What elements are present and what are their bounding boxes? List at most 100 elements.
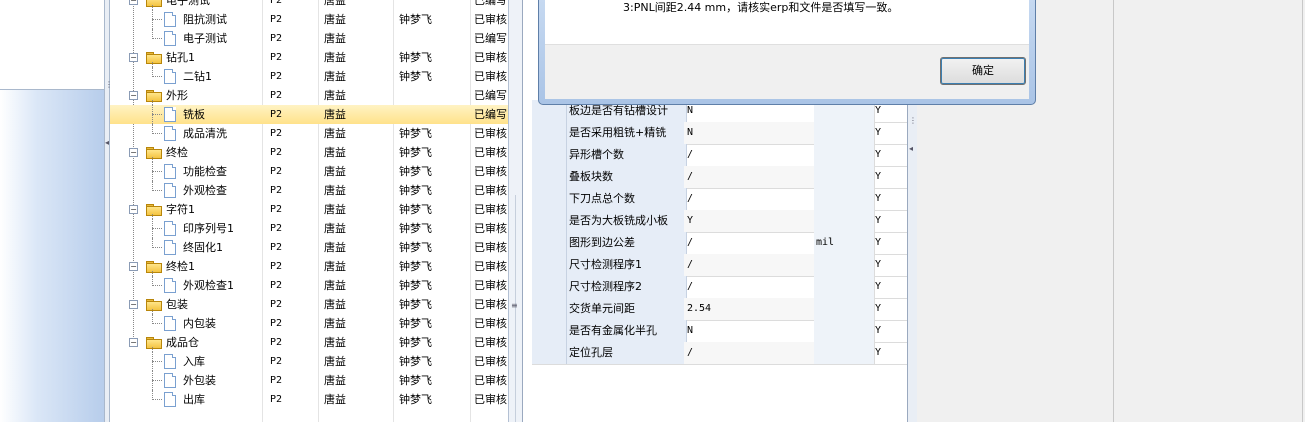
author-cell: 唐益	[324, 241, 346, 254]
parameter-row[interactable]: 是否有金属化半孔 N Y	[532, 320, 908, 343]
tree-folder-row[interactable]: − 字符1 P2 唐益 钟梦飞 已审核	[110, 200, 508, 219]
folder-icon	[146, 299, 162, 311]
tree-item-row[interactable]: 出库 P2 唐益 钟梦飞 已审核	[110, 390, 508, 409]
collapse-icon[interactable]: −	[129, 205, 138, 214]
tree-item-row[interactable]: 电子测试 P2 唐益 已编写	[110, 29, 508, 48]
parameter-row[interactable]: 交货单元间距 2.54 Y	[532, 298, 908, 321]
collapse-icon[interactable]: −	[129, 0, 138, 5]
tree-line	[152, 399, 162, 400]
tree-line	[152, 19, 162, 20]
tree-line	[152, 361, 162, 362]
collapse-icon[interactable]: −	[129, 300, 138, 309]
tree-item-row[interactable]: 印序列号1 P2 唐益 钟梦飞 已审核	[110, 219, 508, 238]
reviewer-cell: 钟梦飞	[399, 317, 432, 330]
parameter-row[interactable]: 是否采用粗铣+精铣 N Y	[532, 122, 908, 145]
tree-item-row[interactable]: 终固化1 P2 唐益 钟梦飞 已审核	[110, 238, 508, 257]
document-icon	[164, 316, 176, 331]
parameter-label: 定位孔层	[567, 342, 687, 364]
row-header[interactable]	[532, 188, 567, 210]
tree-item-row[interactable]: 外观检查 P2 唐益 钟梦飞 已审核	[110, 181, 508, 200]
parameter-value[interactable]: 2.54	[684, 298, 816, 320]
row-header[interactable]	[532, 342, 567, 364]
row-header[interactable]	[532, 122, 567, 144]
tree-item-row[interactable]: 成品清洗 P2 唐益 钟梦飞 已审核	[110, 124, 508, 143]
parameter-label: 是否采用粗铣+精铣	[567, 122, 687, 144]
row-header[interactable]	[532, 232, 567, 254]
author-cell: 唐益	[324, 260, 346, 273]
parameter-value[interactable]: Y	[684, 210, 816, 232]
parameter-unit: mil	[814, 232, 875, 254]
row-header[interactable]	[532, 144, 567, 166]
splitter-arrow-icon: ◂	[909, 144, 914, 153]
row-header[interactable]	[532, 166, 567, 188]
parameter-value[interactable]: N	[684, 320, 816, 342]
tree-folder-row[interactable]: − 外形 P2 唐益 已编写	[110, 86, 508, 105]
tree-item-row[interactable]: 入库 P2 唐益 钟梦飞 已审核	[110, 352, 508, 371]
document-icon	[164, 107, 176, 122]
tree-line	[152, 285, 162, 286]
tree-item-row[interactable]: 外包装 P2 唐益 钟梦飞 已审核	[110, 371, 508, 390]
parameter-unit	[814, 144, 875, 166]
collapse-icon[interactable]: −	[129, 338, 138, 347]
row-header[interactable]	[532, 254, 567, 276]
tree-item-row[interactable]: 二钻1 P2 唐益 钟梦飞 已审核	[110, 67, 508, 86]
reviewer-cell: 钟梦飞	[399, 298, 432, 311]
tree-item-row[interactable]: 阻抗测试 P2 唐益 钟梦飞 已审核	[110, 10, 508, 29]
parameter-label: 下刀点总个数	[567, 188, 687, 210]
parameter-row[interactable]: 尺寸检测程序1/ Y	[532, 254, 908, 277]
tree-item-row[interactable]: 功能检查 P2 唐益 钟梦飞 已审核	[110, 162, 508, 181]
status-cell: 已审核	[474, 279, 507, 292]
tree-folder-row[interactable]: − 终检1 P2 唐益 钟梦飞 已审核	[110, 257, 508, 276]
splitter-grip-icon: ⋮	[909, 116, 917, 125]
row-header[interactable]	[532, 210, 567, 232]
tree-folder-row[interactable]: − 终检 P2 唐益 钟梦飞 已审核	[110, 143, 508, 162]
tree-line	[152, 247, 162, 248]
author-cell: 唐益	[324, 203, 346, 216]
parameter-value[interactable]: N	[684, 122, 816, 144]
parameter-value[interactable]: /	[684, 342, 816, 364]
version-cell: P2	[270, 147, 283, 158]
parameter-value[interactable]: /	[684, 232, 816, 254]
parameter-check: Y	[875, 127, 882, 138]
parameter-label: 尺寸检测程序2	[567, 276, 687, 298]
row-header[interactable]	[532, 320, 567, 342]
parameter-row[interactable]: 图形到边公差 / mil Y	[532, 232, 908, 255]
collapse-icon[interactable]: −	[129, 262, 138, 271]
row-header[interactable]	[532, 276, 567, 298]
tree-item-row[interactable]: 内包装 P2 唐益 钟梦飞 已审核	[110, 314, 508, 333]
parameter-value[interactable]: /	[684, 254, 816, 276]
version-cell: P2	[270, 318, 283, 329]
tree-item-row[interactable]: 铣板 P2 唐益 已编写	[110, 105, 508, 124]
tree-folder-row[interactable]: − 成品仓 P2 唐益 钟梦飞 已审核	[110, 333, 508, 352]
tree-line	[152, 10, 153, 29]
dialog-message: 3:PNL间距2.44 mm，请核实erp和文件是否填写一致。	[623, 1, 899, 14]
collapse-icon[interactable]: −	[129, 148, 138, 157]
author-cell: 唐益	[324, 51, 346, 64]
middle-splitter[interactable]: ≡	[508, 0, 523, 422]
tree-folder-row[interactable]: − 包装 P2 唐益 钟梦飞 已审核	[110, 295, 508, 314]
document-icon	[164, 183, 176, 198]
collapse-icon[interactable]: −	[129, 91, 138, 100]
parameter-value[interactable]: /	[684, 166, 816, 188]
parameter-row[interactable]: 定位孔层 / Y	[532, 342, 908, 365]
reviewer-cell: 钟梦飞	[399, 336, 432, 349]
parameter-row[interactable]: 叠板块数 / Y	[532, 166, 908, 189]
tree-folder-row[interactable]: − 钻孔1 P2 唐益 钟梦飞 已审核	[110, 48, 508, 67]
parameter-value[interactable]: /	[684, 188, 816, 210]
tree-line	[152, 190, 162, 191]
tree-item-row[interactable]: 外观检查1 P2 唐益 钟梦飞 已审核	[110, 276, 508, 295]
tree-item-label: 成品仓	[166, 336, 199, 349]
parameter-row[interactable]: 尺寸检测程序2/ Y	[532, 276, 908, 299]
row-header[interactable]	[532, 298, 567, 320]
parameter-value[interactable]: /	[684, 144, 816, 166]
parameter-row[interactable]: 下刀点总个数 / Y	[532, 188, 908, 211]
tree-line	[152, 276, 153, 286]
status-cell: 已审核	[474, 393, 507, 406]
parameter-row[interactable]: 是否为大板铣成小板 Y Y	[532, 210, 908, 233]
ok-button[interactable]: 确定	[940, 57, 1026, 85]
parameter-value[interactable]: /	[684, 276, 816, 298]
parameter-row[interactable]: 异形槽个数 / Y	[532, 144, 908, 167]
collapse-icon[interactable]: −	[129, 53, 138, 62]
tree-folder-row[interactable]: − 电子测试 P2 唐益 已编写	[110, 0, 508, 10]
process-tree[interactable]: − 电子测试 P2 唐益 已编写 阻抗测试 P2 唐益 钟梦飞 已审核 电子测试 P2 唐益 已编写 − 钻孔…	[110, 0, 508, 422]
